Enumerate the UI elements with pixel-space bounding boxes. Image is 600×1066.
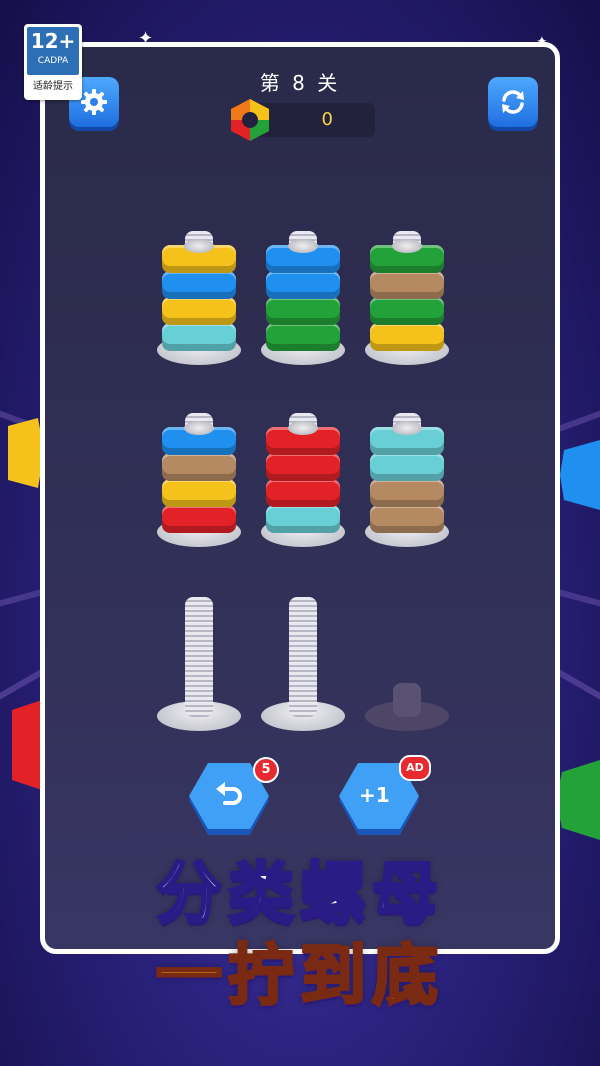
- score-panel: 0: [231, 99, 375, 141]
- nut-red: [266, 421, 340, 455]
- nut-yellow: [370, 323, 444, 351]
- locked-peg-stub: [393, 683, 421, 717]
- color-nut-icon: [231, 99, 269, 141]
- peg[interactable]: [261, 215, 345, 365]
- nut-green: [266, 323, 340, 351]
- peg[interactable]: [157, 581, 241, 731]
- side-nut-blue-icon: [560, 440, 600, 510]
- peg[interactable]: [365, 215, 449, 365]
- nut-cyan: [370, 453, 444, 481]
- nut-red: [266, 453, 340, 481]
- peg[interactable]: [261, 397, 345, 547]
- peg[interactable]: [261, 581, 345, 731]
- score-value: 0: [321, 109, 333, 130]
- side-nut-green-icon: [556, 760, 600, 840]
- peg[interactable]: [157, 215, 241, 365]
- nut-yellow: [162, 239, 236, 273]
- nut-red: [162, 505, 236, 533]
- ad-badge: AD: [399, 755, 431, 781]
- promo-title-line2: 一拧到底: [155, 936, 444, 1016]
- refresh-icon: [502, 90, 524, 114]
- nut-green: [370, 239, 444, 273]
- locked-peg[interactable]: [365, 581, 449, 731]
- side-nut-yellow-icon: [8, 418, 44, 488]
- peg-rod: [289, 597, 317, 717]
- nut-red: [266, 479, 340, 507]
- age-rating-badge: 12+ CADPA 适龄提示: [24, 24, 82, 100]
- game-board: 第 8 关 0 5 +1 AD: [40, 42, 560, 954]
- nut-cyan: [162, 323, 236, 351]
- nut-blue: [266, 239, 340, 273]
- nut-blue: [162, 271, 236, 299]
- peg[interactable]: [157, 397, 241, 547]
- nut-yellow: [162, 297, 236, 325]
- undo-icon: [216, 782, 242, 805]
- nut-tan: [370, 479, 444, 507]
- nut-cyan: [370, 421, 444, 455]
- add-peg-label: +1: [359, 783, 390, 807]
- level-title: 第 8 关: [259, 71, 341, 95]
- nut-green: [266, 297, 340, 325]
- nut-blue: [162, 421, 236, 455]
- nut-blue: [266, 271, 340, 299]
- nut-tan: [370, 271, 444, 299]
- undo-button[interactable]: 5: [187, 757, 279, 837]
- age-rating-tip: 适龄提示: [33, 81, 73, 92]
- nut-green: [370, 297, 444, 325]
- nut-tan: [370, 505, 444, 533]
- age-rating-org: CADPA: [37, 56, 69, 66]
- undo-count-badge: 5: [253, 757, 279, 783]
- nut-tan: [162, 453, 236, 481]
- restart-button[interactable]: [488, 77, 538, 127]
- add-peg-button[interactable]: +1 AD: [337, 755, 431, 837]
- peg[interactable]: [365, 397, 449, 547]
- nut-yellow: [162, 479, 236, 507]
- nut-cyan: [266, 505, 340, 533]
- age-rating-number: 12+: [30, 29, 76, 53]
- peg-rod: [185, 597, 213, 717]
